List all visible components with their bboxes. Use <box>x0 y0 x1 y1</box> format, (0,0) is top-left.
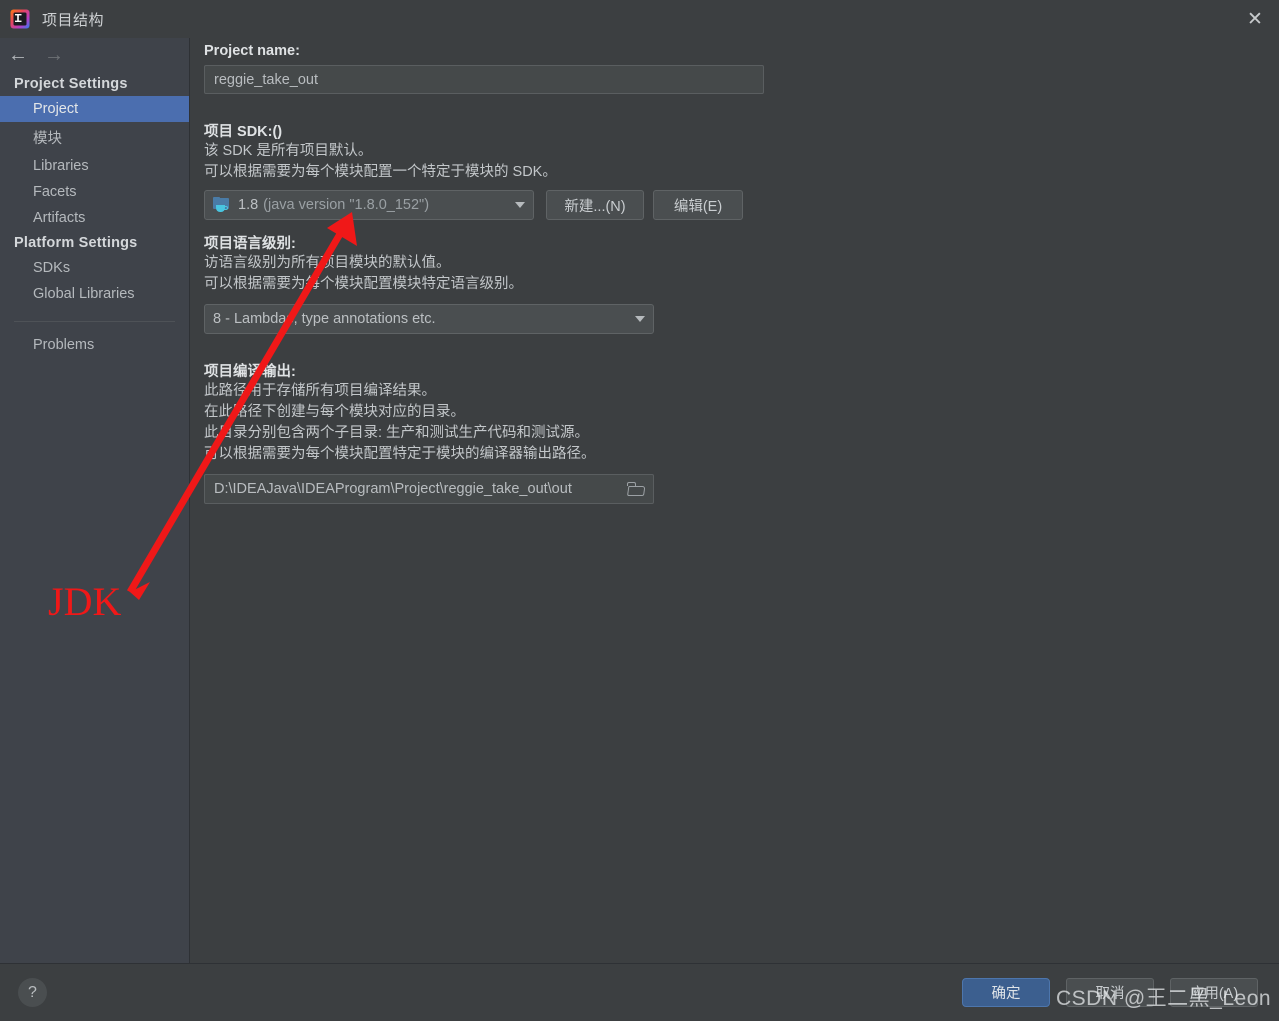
project-structure-dialog: 项目结构 ✕ ← → Project Settings Project 模块 L… <box>0 0 1279 1021</box>
java-sdk-folder-icon <box>213 197 231 213</box>
project-name-label: Project name: <box>204 43 300 59</box>
edit-sdk-button[interactable]: 编辑(E) <box>653 190 743 220</box>
sidebar-group-project-settings: Project Settings <box>14 76 128 92</box>
sidebar-item-global-libraries[interactable]: Global Libraries <box>0 281 189 307</box>
language-level-value: 8 - Lambdas, type annotations etc. <box>213 311 436 327</box>
language-level-dropdown[interactable]: 8 - Lambdas, type annotations etc. <box>204 304 654 334</box>
ok-button[interactable]: 确定 <box>962 978 1050 1007</box>
project-settings-panel: Project name: reggie_take_out 项目 SDK:() … <box>190 38 1279 963</box>
compiler-output-label: 项目编译输出: <box>204 364 296 380</box>
sidebar-item-sdks[interactable]: SDKs <box>0 255 189 281</box>
project-sdk-selected-detail: (java version "1.8.0_152") <box>263 197 430 213</box>
arrow-left-icon[interactable]: ← <box>8 45 28 65</box>
sidebar-divider <box>14 321 175 322</box>
project-sdk-selected-name: 1.8 <box>238 197 259 213</box>
sidebar-item-facets[interactable]: Facets <box>0 179 189 205</box>
sidebar-item-libraries[interactable]: Libraries <box>0 153 189 179</box>
language-level-desc-line2: 可以根据需要为每个模块配置模块特定语言级别。 <box>204 276 523 292</box>
help-icon[interactable]: ? <box>18 978 47 1007</box>
navigation-arrows: ← → <box>0 38 189 72</box>
language-level-label: 项目语言级别: <box>204 236 296 252</box>
project-sdk-label: 项目 SDK:() <box>204 124 283 140</box>
sidebar-item-artifacts[interactable]: Artifacts <box>0 205 189 231</box>
compiler-output-path-input[interactable]: D:\IDEAJava\IDEAProgram\Project\reggie_t… <box>204 474 654 504</box>
compiler-output-desc-line1: 此路径用于存储所有项目编译结果。 <box>204 383 436 399</box>
csdn-watermark: CSDN @王二黑_Leon <box>1056 987 1272 1010</box>
folder-browse-icon[interactable] <box>627 482 646 496</box>
language-level-desc-line1: 访语言级别为所有项目模块的默认值。 <box>204 255 451 271</box>
sidebar-item-project[interactable]: Project <box>0 96 189 122</box>
sidebar-item-modules[interactable]: 模块 <box>0 122 189 153</box>
project-sdk-desc-line2: 可以根据需要为每个模块配置一个特定于模块的 SDK。 <box>204 164 557 180</box>
sidebar-item-problems[interactable]: Problems <box>0 332 189 358</box>
chevron-down-icon <box>635 316 645 322</box>
compiler-output-path-value: D:\IDEAJava\IDEAProgram\Project\reggie_t… <box>214 481 572 497</box>
sidebar-group-platform-settings: Platform Settings <box>14 235 138 251</box>
window-title: 项目结构 <box>42 11 105 29</box>
chevron-down-icon <box>515 202 525 208</box>
arrow-right-icon[interactable]: → <box>44 45 64 65</box>
compiler-output-desc-line3: 此目录分别包含两个子目录: 生产和测试生产代码和测试源。 <box>204 425 590 441</box>
close-icon[interactable]: ✕ <box>1231 0 1279 38</box>
compiler-output-desc-line2: 在此路径下创建与每个模块对应的目录。 <box>204 404 465 420</box>
intellij-idea-icon <box>10 9 30 29</box>
title-bar: 项目结构 ✕ <box>0 0 1279 38</box>
jdk-annotation-label: JDK <box>48 579 122 624</box>
settings-sidebar: ← → Project Settings Project 模块 Librarie… <box>0 38 190 963</box>
project-sdk-dropdown[interactable]: 1.8 (java version "1.8.0_152") <box>204 190 534 220</box>
new-sdk-button[interactable]: 新建...(N) <box>546 190 644 220</box>
project-sdk-desc-line1: 该 SDK 是所有项目默认。 <box>204 143 373 159</box>
project-name-input[interactable]: reggie_take_out <box>204 65 764 94</box>
compiler-output-desc-line4: 可以根据需要为每个模块配置特定于模块的编译器输出路径。 <box>204 446 596 462</box>
